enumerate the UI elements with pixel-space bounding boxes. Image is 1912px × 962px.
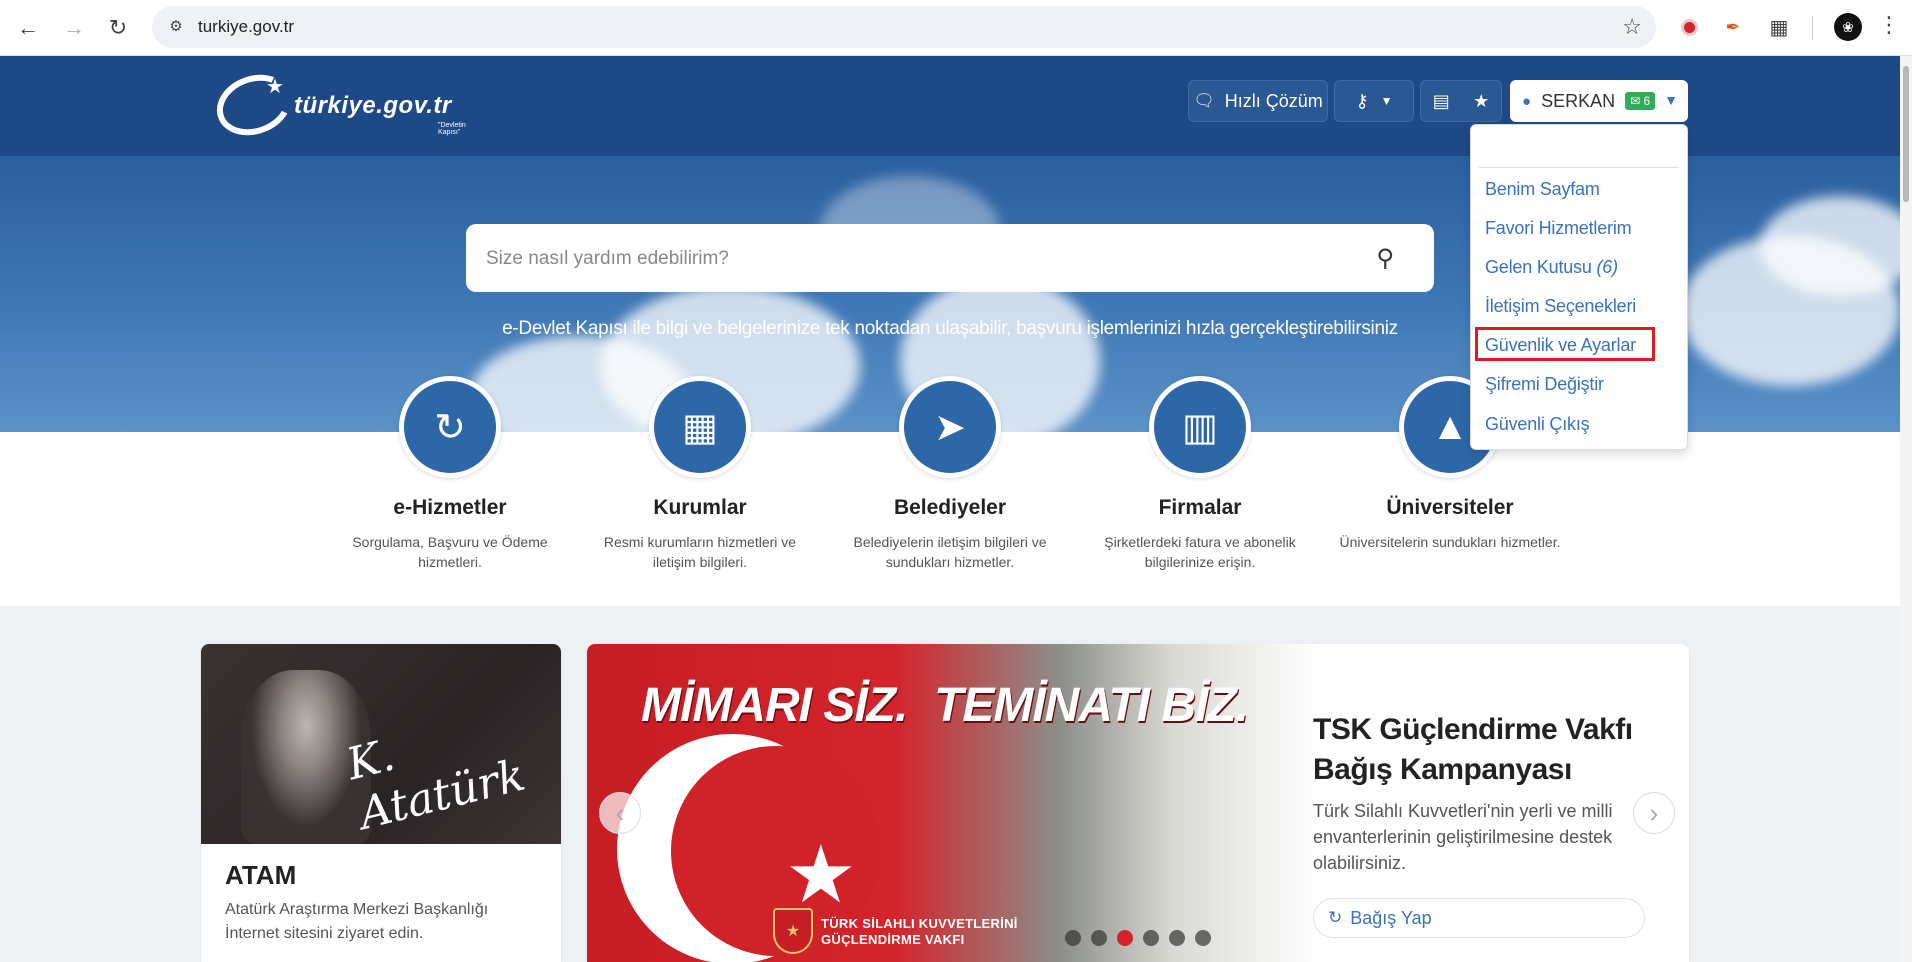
toolbar-divider (1812, 16, 1813, 40)
banner-org-line-2: GÜÇLENDİRME VAKFI (821, 932, 965, 947)
search-input[interactable]: Size nasıl yardım edebilirim? (486, 248, 729, 270)
caret-down-icon: ▼ (1380, 94, 1393, 108)
site-logo[interactable]: ★ türkiye.gov.tr "Devletin Kapısı" (208, 64, 476, 146)
category-desc: Sorgulama, Başvuru ve Ödeme hizmetleri. (352, 534, 548, 570)
carousel-dots (1065, 930, 1211, 946)
back-arrow-icon[interactable]: ← (10, 10, 46, 46)
menu-item-favori-hizmetlerim[interactable]: Favori Hizmetlerim (1485, 218, 1632, 239)
quick-solution-button[interactable]: 🗨 Hızlı Çözüm (1188, 80, 1328, 122)
key-menu-button[interactable]: ⚷ ▼ (1334, 80, 1414, 122)
refresh-icon: ↻ (1328, 908, 1343, 927)
donate-button[interactable]: ↻ Bağış Yap (1313, 898, 1645, 938)
carousel-dot[interactable] (1169, 930, 1185, 946)
reload-icon[interactable]: ↻ (100, 10, 136, 46)
id-card-icon[interactable]: ▤ (1433, 91, 1450, 112)
category-title[interactable]: e-Hizmetler (335, 496, 565, 520)
profile-avatar-icon[interactable]: ❀ (1834, 13, 1862, 41)
banner-org-name: TÜRK SİLAHLI KUVVETLERİNİ GÜÇLENDİRME VA… (821, 916, 1018, 948)
menu-kebab-icon[interactable]: ⋮ (1878, 12, 1900, 38)
carousel-prev-chevron-icon[interactable]: ‹ (599, 792, 641, 834)
browser-toolbar: ← → ↻ ⚙ turkiye.gov.tr ☆ ✒ ▦ ❀ ⋮ (0, 0, 1912, 56)
message-count: 6 (1643, 94, 1651, 108)
menu-item-label: Gelen Kutusu (1485, 257, 1592, 277)
atam-title[interactable]: ATAM (225, 860, 296, 891)
campaign-carousel: ★ MİMARI SİZ. TEMİNATI BİZ. ★ TÜRK SİLAH… (587, 644, 1689, 962)
quick-solution-label: Hızlı Çözüm (1224, 90, 1323, 111)
logo-star-icon: ★ (266, 76, 284, 98)
bookmark-star-icon[interactable]: ☆ (1622, 14, 1642, 40)
category-title[interactable]: Belediyeler (835, 496, 1065, 520)
banner-slogan-1: MİMARI SİZ. (641, 679, 908, 732)
category-desc: Resmi kurumların hizmetleri ve iletişim … (603, 534, 797, 570)
menu-item-benim-sayfam[interactable]: Benim Sayfam (1485, 179, 1600, 200)
forward-arrow-icon[interactable]: → (56, 10, 92, 46)
logo-wordmark: türkiye.gov.tr (294, 92, 452, 119)
address-bar[interactable]: ⚙ turkiye.gov.tr ☆ (152, 6, 1656, 48)
building-icon[interactable]: ▦ (649, 376, 751, 478)
category-desc: Üniversitelerin sundukları hizmetler. (1339, 534, 1561, 550)
search-icon[interactable]: ⚲ (1376, 244, 1394, 273)
tskgv-emblem-icon: ★ (773, 908, 813, 954)
campaign-title[interactable]: TSK Güçlendirme Vakfı Bağış Kampanyası (1313, 710, 1643, 790)
carousel-dot[interactable] (1091, 930, 1107, 946)
caret-down-icon: ▼ (1664, 92, 1678, 108)
menu-item-iletisim-secenekleri[interactable]: İletişim Seçenekleri (1485, 296, 1636, 317)
carousel-dot-active[interactable] (1117, 930, 1133, 946)
menu-divider (1479, 167, 1679, 168)
scrollbar-thumb[interactable] (1903, 66, 1909, 202)
category-kurumlar[interactable]: ▦ Kurumlar Resmi kurumların hizmetleri v… (585, 376, 815, 572)
extensions-puzzle-icon[interactable]: ▦ (1766, 14, 1792, 40)
banner-org-line-1: TÜRK SİLAHLI KUVVETLERİNİ (821, 916, 1018, 931)
campaign-banner-image[interactable]: ★ MİMARI SİZ. TEMİNATI BİZ. ★ TÜRK SİLAH… (587, 644, 1317, 962)
user-menu-button[interactable]: ● SERKAN ✉ 6 ▼ (1510, 80, 1688, 122)
menu-item-gelen-kutusu[interactable]: Gelen Kutusu (6) (1485, 257, 1618, 278)
logo-tagline: "Devletin Kapısı" (438, 122, 466, 136)
category-firmalar[interactable]: ▥ Firmalar Şirketlerdeki fatura ve abone… (1085, 376, 1315, 572)
category-title[interactable]: Kurumlar (585, 496, 815, 520)
favorites-star-icon[interactable]: ★ (1473, 91, 1489, 112)
menu-item-guvenlik-ve-ayarlar[interactable]: Güvenlik ve Ayarlar (1485, 335, 1636, 356)
category-desc: Belediyelerin iletişim bilgileri ve sund… (853, 534, 1047, 570)
logo-crescent-icon (208, 64, 300, 146)
carousel-dot[interactable] (1195, 930, 1211, 946)
refresh-icon[interactable]: ↻ (399, 376, 501, 478)
category-belediyeler[interactable]: ➤ Belediyeler Belediyelerin iletişim bil… (835, 376, 1065, 572)
id-card-favorites-button[interactable]: ▤ ★ (1420, 80, 1502, 122)
user-icon: ● (1522, 92, 1532, 110)
chat-bubbles-icon: 🗨 (1193, 91, 1215, 110)
banner-slogan-2: TEMİNATI BİZ. (934, 679, 1249, 732)
signpost-icon[interactable]: ➤ (899, 376, 1001, 478)
user-name: SERKAN (1541, 90, 1616, 111)
atam-photo[interactable]: K. Atatürk (201, 644, 561, 844)
user-dropdown-menu: Benim Sayfam Favori Hizmetlerim Gelen Ku… (1470, 124, 1688, 450)
category-e-hizmetler[interactable]: ↻ e-Hizmetler Sorgulama, Başvuru ve Ödem… (335, 376, 565, 572)
search-box[interactable]: Size nasıl yardım edebilirim? ⚲ (466, 224, 1434, 292)
message-badge[interactable]: ✉ 6 (1625, 92, 1656, 110)
carousel-dot[interactable] (1143, 930, 1159, 946)
carousel-dot[interactable] (1065, 930, 1081, 946)
site-settings-icon[interactable]: ⚙ (164, 15, 188, 39)
atam-description: Atatürk Araştırma Merkezi Başkanlığı İnt… (225, 901, 489, 942)
inbox-count: (6) (1596, 257, 1619, 277)
key-icon: ⚷ (1355, 90, 1369, 111)
campaign-description: Türk Silahlı Kuvvetleri'nin yerli ve mil… (1313, 801, 1613, 873)
category-title[interactable]: Firmalar (1085, 496, 1315, 520)
factory-icon[interactable]: ▥ (1149, 376, 1251, 478)
category-title[interactable]: Üniversiteler (1335, 496, 1565, 520)
signature-image: K. Atatürk (341, 729, 531, 840)
menu-item-sifremi-degistir[interactable]: Şifremi Değiştir (1485, 374, 1604, 395)
atam-card[interactable]: K. Atatürk ATAM Atatürk Araştırma Merkez… (201, 644, 561, 962)
category-desc: Şirketlerdeki fatura ve abonelik bilgile… (1104, 534, 1296, 570)
donate-label: Bağış Yap (1350, 907, 1432, 928)
extension-brush-icon[interactable]: ✒ (1720, 14, 1746, 40)
extension-red-icon[interactable] (1676, 14, 1702, 40)
page-scrollbar[interactable] (1900, 56, 1912, 962)
menu-item-guvenli-cikis[interactable]: Güvenli Çıkış (1485, 414, 1590, 435)
url-text[interactable]: turkiye.gov.tr (198, 17, 294, 37)
